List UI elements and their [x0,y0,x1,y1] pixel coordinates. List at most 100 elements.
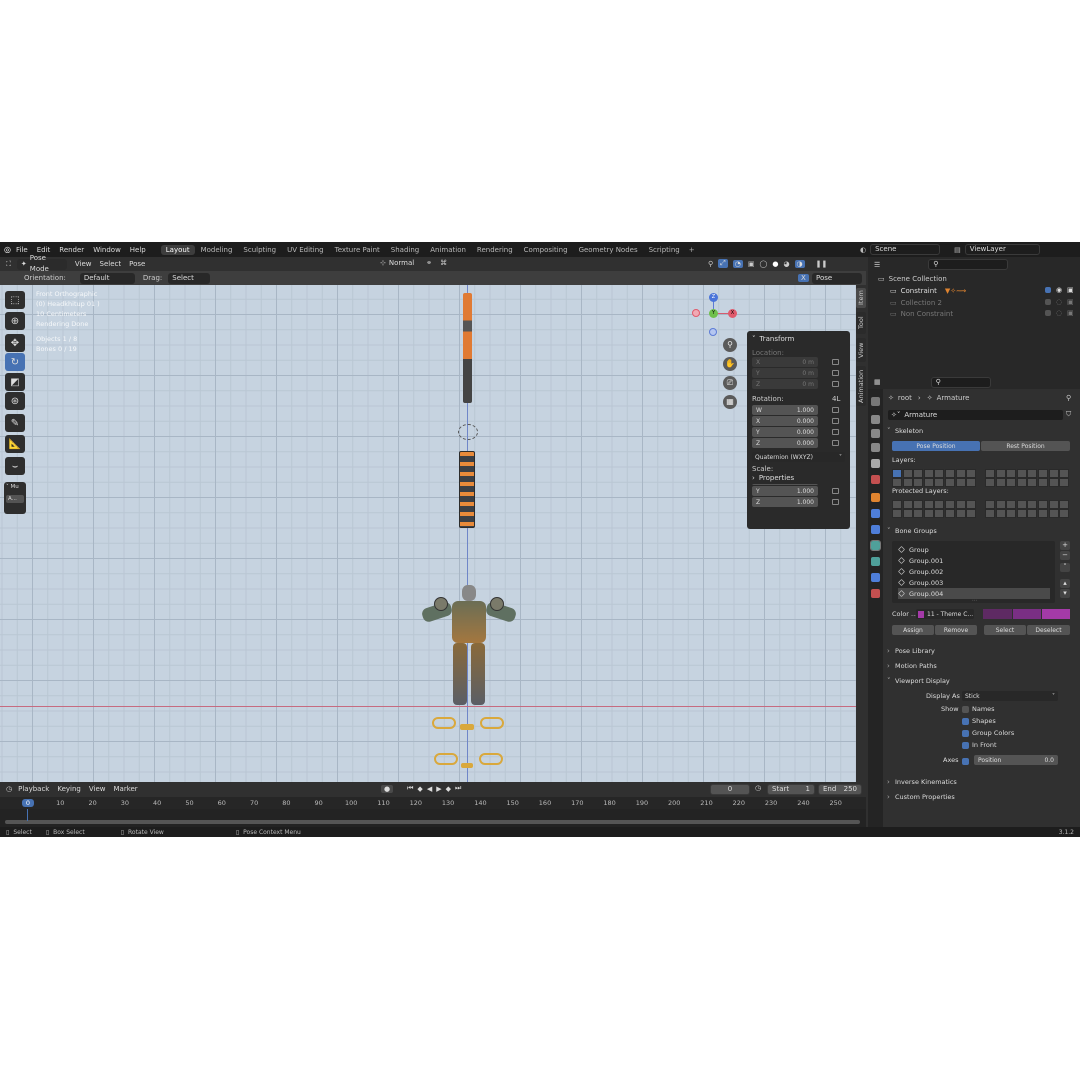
layer-toggle[interactable] [1016,478,1027,487]
eye-icon[interactable]: ◉ [1056,286,1062,294]
lock-icon[interactable] [832,381,839,387]
foot-control-mid[interactable] [460,724,474,730]
layer-toggle[interactable] [1027,478,1038,487]
select-button[interactable]: Select [984,625,1026,635]
color-swatch-normal[interactable] [983,609,1012,619]
transform-orientation-dropdown[interactable]: Normal [389,259,414,267]
in-front-checkbox[interactable]: In Front [962,741,997,749]
timeline-menu-keying[interactable]: Keying [57,785,81,793]
menu-help[interactable]: Help [130,246,146,254]
layer-toggle[interactable] [902,509,913,518]
exclude-checkbox[interactable] [1045,287,1051,293]
blender-logo-icon[interactable]: ◎ [4,245,11,254]
outliner-editor-icon[interactable]: ☰ [874,261,880,269]
layer-toggle[interactable] [923,478,934,487]
workspace-tab-shading[interactable]: Shading [386,245,424,255]
tab-view[interactable]: View [856,338,866,362]
lock-icon[interactable] [832,418,839,424]
sword-blade[interactable] [459,451,475,528]
timeline-scrollbar[interactable] [5,820,860,824]
display-as-dropdown[interactable]: Stick ˅ [962,691,1058,701]
record-button[interactable]: ● [381,784,394,793]
rotation-w-field[interactable]: W 1.000 [752,405,818,415]
jump-end-button[interactable]: ⏭ [455,784,461,793]
measure-tool[interactable]: 📐 [5,435,25,453]
layer-toggle[interactable] [955,500,966,509]
tab-animation[interactable]: Animation [856,366,866,406]
layer-toggle[interactable] [923,509,934,518]
layer-toggle[interactable] [995,509,1006,518]
scale-z-field[interactable]: Z 1.000 [752,497,818,507]
lock-icon[interactable] [832,407,839,413]
workspace-tab-scripting[interactable]: Scripting [644,245,685,255]
layer-toggle[interactable] [934,509,945,518]
layer-toggle[interactable] [1027,469,1038,478]
bone-curve-tool[interactable]: ⌣ [5,457,25,475]
rotation-x-field[interactable]: X 0.000 [752,416,818,426]
outliner-item[interactable]: ▭ Constraint ▼✧⟿ ◉ ▣ [890,286,1075,296]
ik-panel-header[interactable]: › Inverse Kinematics [887,775,1074,788]
remove-group-button[interactable]: − [1060,551,1070,560]
layer-toggle[interactable] [892,478,902,487]
gizmo-neg-z-ball[interactable] [709,328,717,336]
workspace-tab-uv-editing[interactable]: UV Editing [282,245,329,255]
gizmo-y-ball[interactable]: Y [709,309,718,318]
heel-control-right[interactable] [479,753,503,765]
layer-toggle[interactable] [934,469,945,478]
object-tab-icon[interactable] [871,493,880,502]
fake-user-shield-icon[interactable]: ⛉ [1066,410,1071,419]
gizmo-x-ball[interactable]: X [728,309,737,318]
layer-toggle[interactable] [1048,478,1059,487]
output-tab-icon[interactable] [871,429,880,438]
skeleton-panel-header[interactable]: ˅ Skeleton [887,424,1074,437]
workspace-tab-geometry-nodes[interactable]: Geometry Nodes [574,245,643,255]
layer-toggle[interactable] [985,478,995,487]
layer-toggle[interactable] [934,478,945,487]
ortho-grid-icon[interactable]: ▦ [723,395,737,409]
camera-icon[interactable]: ▣ [1067,298,1074,306]
layer-toggle[interactable] [955,478,966,487]
outliner-search[interactable]: ⚲ [928,259,1009,270]
layer-toggle[interactable] [1048,509,1059,518]
viewport-display-panel-header[interactable]: ˅ Viewport Display [887,674,1074,687]
layer-toggle[interactable] [966,469,977,478]
layer-toggle[interactable] [1059,478,1070,487]
zoom-icon[interactable]: ⚲ [723,338,737,352]
motion-paths-panel-header[interactable]: › Motion Paths [887,659,1074,672]
armature-datablock-field[interactable]: ✧˅ Armature [888,410,1063,420]
tool-tab-icon[interactable] [871,397,880,406]
foot-control-right[interactable] [480,717,504,729]
mirror-x-button[interactable]: X [798,274,809,282]
properties-subpanel[interactable]: › Properties [747,472,850,484]
last-operator-panel[interactable]: ˅ Mu A... [4,482,26,514]
location-x-field[interactable]: X 0 m [752,357,818,367]
rotation-z-field[interactable]: Z 0.000 [752,438,818,448]
eye-icon[interactable]: ◌ [1056,298,1062,306]
link-icon[interactable]: ⚭ [426,259,432,267]
properties-editor-icon[interactable]: ▦ [874,378,881,386]
layer-toggle[interactable] [1016,509,1027,518]
layer-toggle[interactable] [902,478,913,487]
wireframe-shading-icon[interactable]: ◯ [759,260,767,268]
properties-search[interactable]: ⚲ [930,376,991,388]
layer-toggle[interactable] [966,500,977,509]
character-model[interactable] [420,585,518,707]
layer-toggle[interactable] [1006,509,1017,518]
layer-toggle[interactable] [995,500,1006,509]
annotate-tool[interactable]: ✎ [5,414,25,432]
lock-icon[interactable] [832,440,839,446]
layer-toggle[interactable] [1016,500,1027,509]
remove-button[interactable]: Remove [935,625,977,635]
layer-toggle[interactable] [945,478,955,487]
rotation-mode-dropdown[interactable]: Quaternion (WXYZ) ˅ [752,452,845,462]
exclude-checkbox[interactable] [1045,310,1051,316]
timeline-menu-marker[interactable]: Marker [113,785,137,793]
cursor-tool[interactable]: ⊕ [5,312,25,330]
group-colors-checkbox[interactable]: Group Colors [962,729,1014,737]
layer-toggle[interactable] [902,469,913,478]
layer-toggle[interactable] [1059,500,1070,509]
location-y-field[interactable]: Y 0 m [752,368,818,378]
location-z-field[interactable]: Z 0 m [752,379,818,389]
camera-icon[interactable]: ⎚ [723,376,737,390]
layer-toggle[interactable] [1006,469,1017,478]
